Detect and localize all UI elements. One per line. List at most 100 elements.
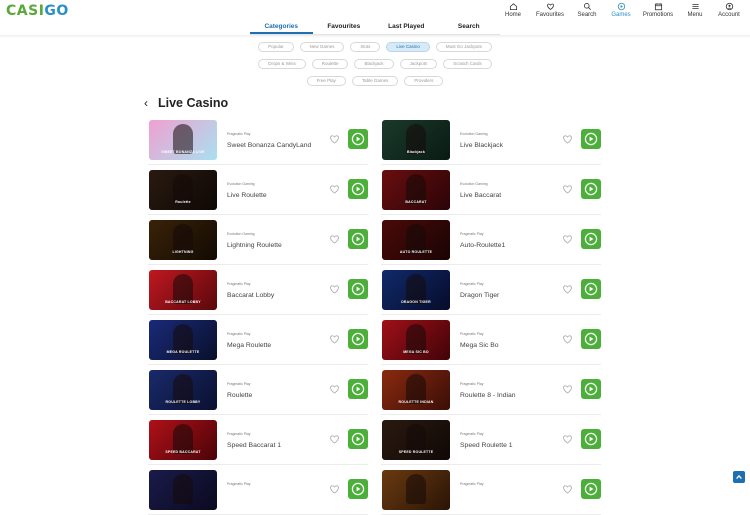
favourite-heart-icon[interactable] [329, 134, 340, 144]
game-thumbnail[interactable]: Blackjack [382, 120, 450, 160]
game-item[interactable]: SPEED BACCARAT Pragmatic Play Speed Baccar… [148, 415, 368, 465]
game-thumbnail[interactable]: SPEED ROULETTE [382, 420, 450, 460]
tab-categories[interactable]: Categories [250, 22, 313, 34]
play-button[interactable] [581, 479, 601, 499]
game-item[interactable]: Roulette Evolution Gaming Live Roulette [148, 165, 368, 215]
favourite-heart-icon[interactable] [329, 434, 340, 444]
nav-item-home[interactable]: Home [496, 2, 530, 18]
game-item[interactable]: DRAGON TIGER Pragmatic Play Dragon Tiger [381, 265, 601, 315]
favourite-heart-icon[interactable] [562, 184, 573, 194]
favourite-heart-icon[interactable] [329, 484, 340, 494]
game-thumbnail[interactable] [149, 470, 217, 510]
category-chip-new-games[interactable]: New Games [299, 41, 345, 52]
game-name[interactable]: Dragon Tiger [460, 292, 499, 299]
category-chip-must-go-jackpots[interactable]: Must Go Jackpots [435, 41, 492, 52]
game-item[interactable]: Pragmatic Play [381, 465, 601, 515]
play-button[interactable] [581, 229, 601, 249]
game-item[interactable]: ROULETTE LOBBY Pragmatic Play Roulette [148, 365, 368, 415]
category-chip-jackpots[interactable]: Jackpots [399, 58, 438, 69]
nav-item-menu[interactable]: Menu [678, 2, 712, 18]
game-item[interactable]: SPEED ROULETTE Pragmatic Play Speed Roulet… [381, 415, 601, 465]
category-chip-slots[interactable]: Slots [350, 41, 381, 52]
game-name[interactable]: Speed Roulette 1 [460, 442, 513, 449]
game-item[interactable]: Pragmatic Play [148, 465, 368, 515]
play-button[interactable] [348, 129, 368, 149]
game-thumbnail[interactable]: BACCARAT LOBBY [149, 270, 217, 310]
game-thumbnail[interactable]: ROULETTE LOBBY [149, 370, 217, 410]
favourite-heart-icon[interactable] [329, 334, 340, 344]
game-thumbnail[interactable]: Roulette [149, 170, 217, 210]
game-item[interactable]: AUTO ROULETTE Pragmatic Play Auto-Roulette… [381, 215, 601, 265]
favourite-heart-icon[interactable] [562, 384, 573, 394]
play-button[interactable] [581, 279, 601, 299]
play-button[interactable] [348, 229, 368, 249]
category-chip-table-games[interactable]: Table Games [351, 75, 399, 86]
play-button[interactable] [348, 279, 368, 299]
game-thumbnail[interactable]: MEGA ROULETTE [149, 320, 217, 360]
game-name[interactable]: Speed Baccarat 1 [227, 442, 281, 449]
game-name[interactable]: Mega Roulette [227, 342, 271, 349]
nav-item-favourites[interactable]: Favourites [530, 2, 570, 18]
game-thumbnail[interactable]: AUTO ROULETTE [382, 220, 450, 260]
scroll-to-top-button[interactable] [733, 471, 745, 483]
play-button[interactable] [348, 429, 368, 449]
category-chip-free-play[interactable]: Free Play [306, 75, 346, 86]
category-chip-popular[interactable]: Popular [258, 41, 294, 52]
play-button[interactable] [348, 329, 368, 349]
game-item[interactable]: MEGA ROULETTE Pragmatic Play Mega Roulette [148, 315, 368, 365]
nav-item-promotions[interactable]: Promotions [638, 2, 678, 18]
game-item[interactable]: BACCARAT LOBBY Pragmatic Play Baccarat Lob… [148, 265, 368, 315]
game-item[interactable]: Blackjack Evolution Gaming Live Blackjack [381, 115, 601, 165]
category-chip-blackjack[interactable]: Blackjack [354, 58, 394, 69]
tab-search[interactable]: Search [438, 22, 501, 34]
game-thumbnail[interactable]: DRAGON TIGER [382, 270, 450, 310]
nav-item-games[interactable]: Games [604, 2, 638, 18]
tab-favourites[interactable]: Favourites [313, 22, 376, 34]
category-chip-providers[interactable]: Providers [404, 75, 444, 86]
game-name[interactable]: Roulette [227, 392, 252, 399]
category-chip-scratch-cards[interactable]: Scratch Cards [443, 58, 492, 69]
play-button[interactable] [348, 479, 368, 499]
play-button[interactable] [348, 179, 368, 199]
play-button[interactable] [581, 179, 601, 199]
favourite-heart-icon[interactable] [329, 384, 340, 394]
game-thumbnail[interactable]: SWEET BONANZA LIVE [149, 120, 217, 160]
game-thumbnail[interactable] [382, 470, 450, 510]
game-thumbnail[interactable]: ROULETTE INDIAN [382, 370, 450, 410]
game-name[interactable]: Mega Sic Bo [460, 342, 499, 349]
game-thumbnail[interactable]: SPEED BACCARAT [149, 420, 217, 460]
game-item[interactable]: BACCARAT Evolution Gaming Live Baccarat [381, 165, 601, 215]
game-name[interactable]: Sweet Bonanza CandyLand [227, 142, 311, 149]
game-item[interactable]: SWEET BONANZA LIVE Pragmatic Play Sweet Bo… [148, 115, 368, 165]
game-name[interactable]: Lightning Roulette [227, 242, 282, 249]
casigo-logo[interactable]: CASIGO [6, 3, 69, 19]
favourite-heart-icon[interactable] [329, 184, 340, 194]
favourite-heart-icon[interactable] [329, 234, 340, 244]
game-name[interactable]: Roulette 8 - Indian [460, 392, 516, 399]
nav-item-account[interactable]: Account [712, 2, 746, 18]
game-name[interactable]: Live Blackjack [460, 142, 503, 149]
category-chip-live-casino[interactable]: Live Casino [386, 41, 430, 52]
game-thumbnail[interactable]: MEGA SIC BO [382, 320, 450, 360]
favourite-heart-icon[interactable] [329, 284, 340, 294]
category-chip-drops-wins[interactable]: Drops & Wins [258, 58, 306, 69]
favourite-heart-icon[interactable] [562, 134, 573, 144]
nav-item-search[interactable]: Search [570, 2, 604, 18]
favourite-heart-icon[interactable] [562, 234, 573, 244]
play-button[interactable] [581, 329, 601, 349]
game-name[interactable]: Baccarat Lobby [227, 292, 274, 299]
game-thumbnail[interactable]: BACCARAT [382, 170, 450, 210]
game-name[interactable]: Live Baccarat [460, 192, 501, 199]
category-chip-roulette[interactable]: Roulette [311, 58, 349, 69]
tab-last-played[interactable]: Last Played [375, 22, 438, 34]
play-button[interactable] [581, 429, 601, 449]
favourite-heart-icon[interactable] [562, 434, 573, 444]
game-name[interactable]: Live Roulette [227, 192, 267, 199]
game-name[interactable]: Auto-Roulette1 [460, 242, 505, 249]
game-item[interactable]: MEGA SIC BO Pragmatic Play Mega Sic Bo [381, 315, 601, 365]
game-thumbnail[interactable]: LIGHTNING [149, 220, 217, 260]
favourite-heart-icon[interactable] [562, 334, 573, 344]
play-button[interactable] [348, 379, 368, 399]
game-item[interactable]: ROULETTE INDIAN Pragmatic Play Roulette 8 … [381, 365, 601, 415]
back-arrow-icon[interactable]: ‹ [144, 96, 158, 110]
